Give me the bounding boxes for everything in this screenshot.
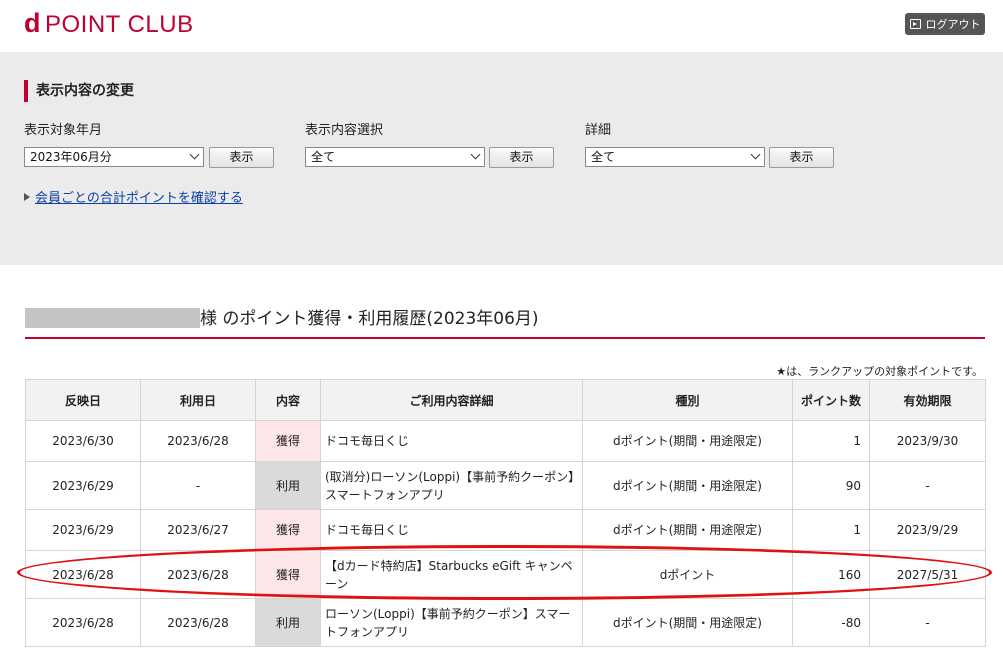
- detail-show-button[interactable]: 表示: [769, 147, 834, 168]
- kind-badge: 獲得: [255, 509, 321, 551]
- table-row: 2023/6/29 2023/6/27 獲得 ドコモ毎日くじ dポイント(期間・…: [25, 509, 986, 551]
- use-date: -: [140, 461, 256, 510]
- period-label: 表示対象年月: [24, 123, 103, 138]
- expiry-date: 2023/9/29: [869, 509, 986, 551]
- usage-detail: ドコモ毎日くじ: [320, 420, 583, 462]
- col-expiry: 有効期限: [869, 379, 986, 421]
- filter-panel: 表示内容の変更 表示対象年月 2023年06月分 表示 表示内容選択 全て 表示…: [0, 52, 1003, 265]
- kind-badge: 獲得: [255, 420, 321, 462]
- content-label: 表示内容選択: [305, 123, 384, 138]
- point-category: dポイント(期間・用途限定): [582, 461, 793, 510]
- use-date: 2023/6/28: [140, 598, 256, 647]
- kind-badge: 利用: [255, 598, 321, 647]
- rankup-note: ★は、ランクアップの対象ポイントです。: [776, 365, 983, 378]
- col-kind: 内容: [255, 379, 321, 421]
- reflect-date: 2023/6/28: [25, 598, 141, 647]
- detail-select-value: 全て: [591, 150, 616, 164]
- table-row: 2023/6/28 2023/6/28 利用 ローソン(Loppi)【事前予約ク…: [25, 598, 986, 647]
- content-select-value: 全て: [311, 150, 336, 164]
- detail-label: 詳細: [585, 123, 612, 138]
- point-category: dポイント: [582, 550, 793, 599]
- point-category: dポイント(期間・用途限定): [582, 598, 793, 647]
- col-category: 種別: [582, 379, 793, 421]
- col-reflect-date: 反映日: [25, 379, 141, 421]
- period-show-button[interactable]: 表示: [209, 147, 274, 168]
- logout-button[interactable]: ログアウト: [905, 13, 985, 35]
- logout-icon: [909, 19, 921, 29]
- table-row: 2023/6/30 2023/6/28 獲得 ドコモ毎日くじ dポイント(期間・…: [25, 420, 986, 462]
- col-use-date: 利用日: [140, 379, 256, 421]
- point-history-table: 反映日 利用日 内容 ご利用内容詳細 種別 ポイント数 有効期限 2023/6/…: [25, 379, 986, 647]
- expiry-date: 2023/9/30: [869, 420, 986, 462]
- title-divider: [25, 337, 985, 339]
- kind-badge: 獲得: [255, 550, 321, 599]
- use-date: 2023/6/27: [140, 509, 256, 551]
- usage-detail: ローソン(Loppi)【事前予約クーポン】スマートフォンアプリ: [320, 598, 583, 647]
- usage-detail: 【dカード特約店】Starbucks eGift キャンペーン: [320, 550, 583, 599]
- history-title: 様 のポイント獲得・利用履歴(2023年06月): [200, 309, 539, 329]
- kind-badge: 利用: [255, 461, 321, 510]
- expiry-date: -: [869, 461, 986, 510]
- reflect-date: 2023/6/28: [25, 550, 141, 599]
- chevron-down-icon: [470, 149, 481, 160]
- col-points: ポイント数: [792, 379, 870, 421]
- use-date: 2023/6/28: [140, 420, 256, 462]
- detail-select[interactable]: 全て: [585, 147, 765, 167]
- reflect-date: 2023/6/29: [25, 461, 141, 510]
- point-amount: 160: [792, 550, 870, 599]
- header: d POINT CLUB ログアウト: [0, 0, 1003, 52]
- point-amount: 1: [792, 509, 870, 551]
- reflect-date: 2023/6/29: [25, 509, 141, 551]
- triangle-right-icon: [24, 193, 30, 201]
- logo-text: POINT CLUB: [45, 11, 194, 38]
- point-category: dポイント(期間・用途限定): [582, 420, 793, 462]
- use-date: 2023/6/28: [140, 550, 256, 599]
- logout-label: ログアウト: [925, 18, 981, 31]
- logo-d: d: [24, 8, 41, 38]
- expiry-date: -: [869, 598, 986, 647]
- reflect-date: 2023/6/30: [25, 420, 141, 462]
- table-row: 2023/6/28 2023/6/28 獲得 【dカード特約店】Starbuck…: [25, 550, 986, 599]
- chevron-down-icon: [189, 149, 200, 160]
- period-select[interactable]: 2023年06月分: [24, 147, 204, 167]
- point-amount: -80: [792, 598, 870, 647]
- usage-detail: (取消分)ローソン(Loppi)【事前予約クーポン】スマートフォンアプリ: [320, 461, 583, 510]
- point-category: dポイント(期間・用途限定): [582, 509, 793, 551]
- content-select[interactable]: 全て: [305, 147, 485, 167]
- table-header-row: 反映日 利用日 内容 ご利用内容詳細 種別 ポイント数 有効期限: [25, 379, 986, 421]
- content-show-button[interactable]: 表示: [489, 147, 554, 168]
- chevron-down-icon: [750, 149, 761, 160]
- member-total-link-row: 会員ごとの合計ポイントを確認する: [24, 187, 243, 206]
- period-select-value: 2023年06月分: [30, 150, 112, 164]
- redacted-member-name: [25, 308, 200, 328]
- filter-panel-title: 表示内容の変更: [24, 80, 134, 102]
- point-amount: 1: [792, 420, 870, 462]
- point-amount: 90: [792, 461, 870, 510]
- expiry-date: 2027/5/31: [869, 550, 986, 599]
- usage-detail: ドコモ毎日くじ: [320, 509, 583, 551]
- col-detail: ご利用内容詳細: [320, 379, 583, 421]
- member-total-link[interactable]: 会員ごとの合計ポイントを確認する: [35, 191, 243, 206]
- dpoint-club-logo[interactable]: d POINT CLUB: [24, 8, 194, 39]
- table-row: 2023/6/29 - 利用 (取消分)ローソン(Loppi)【事前予約クーポン…: [25, 461, 986, 510]
